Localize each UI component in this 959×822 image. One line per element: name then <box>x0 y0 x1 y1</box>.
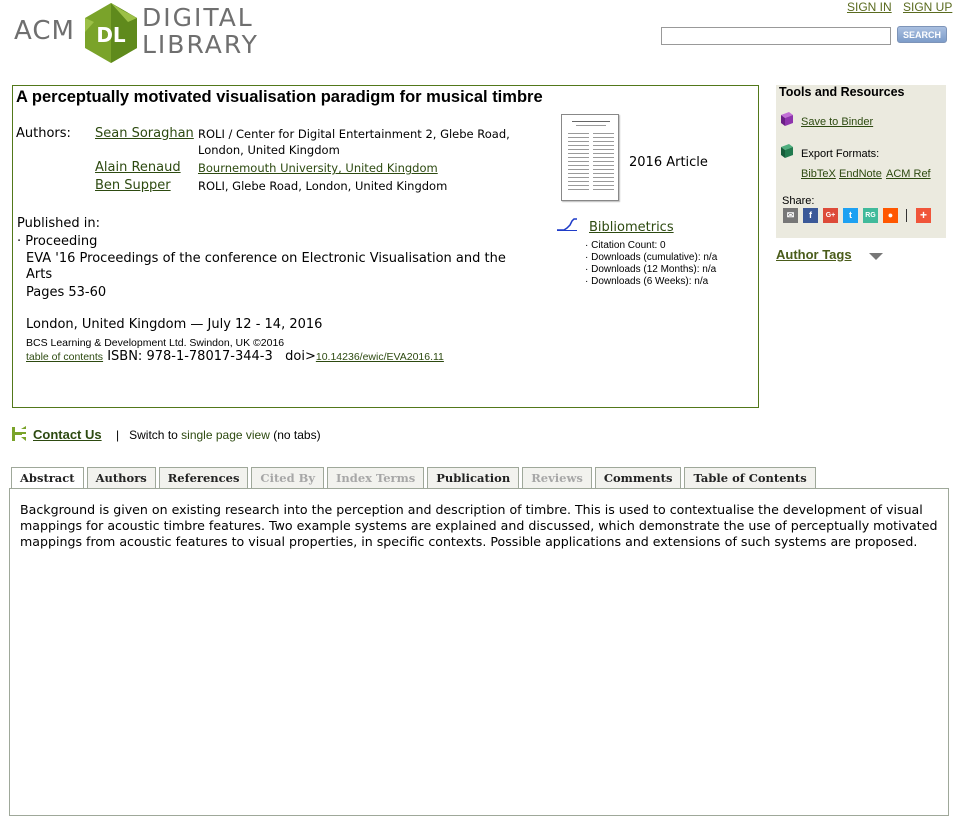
bibliometrics-chart-icon <box>556 218 578 231</box>
authors-label: Authors: <box>16 126 71 141</box>
pages: Pages 53-60 <box>26 285 107 300</box>
logo-line1: DIGITAL <box>142 3 254 32</box>
tab-references[interactable]: References <box>158 467 249 489</box>
tab-abstract[interactable]: Abstract <box>11 467 84 490</box>
export-book-icon <box>781 144 793 158</box>
author-link[interactable]: Ben Supper <box>95 178 171 193</box>
switch-view-line: | Switch to single page view (no tabs) <box>116 428 321 442</box>
save-to-binder-link[interactable]: Save to Binder <box>801 116 873 128</box>
share-divider <box>906 209 907 222</box>
author-affiliation-link[interactable]: Bournemouth University, United Kingdom <box>198 160 528 176</box>
doi-link[interactable]: 10.14236/ewic/EVA2016.11 <box>316 351 444 363</box>
contact-icon <box>12 426 26 441</box>
isbn: ISBN: 978-1-78017-344-3 <box>107 349 273 364</box>
contact-us-link[interactable]: Contact Us <box>33 427 102 442</box>
reddit-share-icon[interactable]: ● <box>883 208 898 223</box>
google-plus-share-icon[interactable]: G+ <box>823 208 838 223</box>
content-tabs: Abstract Authors References Cited By Ind… <box>11 467 816 490</box>
tab-cited-by: Cited By <box>251 467 325 489</box>
author-tags-link[interactable]: Author Tags <box>776 247 852 262</box>
tab-table-of-contents[interactable]: Table of Contents <box>684 467 816 489</box>
tab-publication[interactable]: Publication <box>427 467 520 489</box>
location-date: London, United Kingdom — July 12 - 14, 2… <box>26 317 323 332</box>
tools-title: Tools and Resources <box>779 85 905 99</box>
tab-reviews: Reviews <box>522 467 592 489</box>
export-acm-ref-link[interactable]: ACM Ref <box>886 168 931 180</box>
search-input[interactable] <box>661 27 891 45</box>
logo-wordmark: DIGITAL LIBRARY <box>142 4 259 58</box>
tab-index-terms: Index Terms <box>327 467 425 489</box>
search-button[interactable]: SEARCH <box>897 26 947 43</box>
tab-content-panel: Background is given on existing research… <box>9 488 949 816</box>
bibliometrics-link[interactable]: Bibliometrics <box>589 220 674 235</box>
switch-to-label: Switch to <box>129 428 178 442</box>
export-endnote-link[interactable]: EndNote <box>839 168 882 180</box>
paper-thumbnail[interactable] <box>561 114 619 201</box>
twitter-share-icon[interactable]: t <box>843 208 858 223</box>
published-in-label: Published in: <box>17 216 100 231</box>
more-share-icon[interactable]: + <box>916 208 931 223</box>
email-share-icon[interactable]: ✉ <box>783 208 798 223</box>
author-link[interactable]: Alain Renaud <box>95 160 181 175</box>
chevron-down-icon[interactable] <box>869 253 883 260</box>
logo-dl-text: DL <box>96 23 126 47</box>
paper-title: A perceptually motivated visualisation p… <box>16 88 543 106</box>
proceeding-label: · Proceeding <box>17 234 98 249</box>
separator: | <box>116 428 120 442</box>
facebook-share-icon[interactable]: f <box>803 208 818 223</box>
logo-hexagon-icon: DL <box>85 3 137 63</box>
downloads-6-weeks: · Downloads (6 Weeks): n/a <box>585 276 709 287</box>
researchgate-share-icon[interactable]: RG <box>863 208 878 223</box>
doi-label: doi> <box>285 349 316 364</box>
sign-in-link[interactable]: SIGN IN <box>847 0 892 14</box>
tools-resources-panel: Tools and Resources Save to Binder Expor… <box>776 85 946 238</box>
citation-box: A perceptually motivated visualisation p… <box>12 85 759 408</box>
export-formats-label: Export Formats: <box>801 148 880 160</box>
tab-authors[interactable]: Authors <box>86 467 156 489</box>
export-bibtex-link[interactable]: BibTeX <box>801 168 836 180</box>
binder-book-icon <box>781 112 793 126</box>
no-tabs-label: (no tabs) <box>273 428 321 442</box>
acm-dl-logo[interactable]: ACM DL DIGITAL LIBRARY <box>14 2 284 64</box>
toc-isbn-doi-line: table of contents ISBN: 978-1-78017-344-… <box>26 349 536 365</box>
single-page-view-link[interactable]: single page view <box>181 428 270 442</box>
logo-line2: LIBRARY <box>142 30 259 59</box>
table-of-contents-link[interactable]: table of contents <box>26 351 103 363</box>
proceedings-title: EVA '16 Proceedings of the conference on… <box>26 251 506 282</box>
abstract-text: Background is given on existing research… <box>20 502 938 549</box>
share-label: Share: <box>782 195 815 207</box>
sign-up-link[interactable]: SIGN UP <box>903 0 952 14</box>
year-type: 2016 Article <box>629 155 708 170</box>
tab-comments[interactable]: Comments <box>594 467 682 489</box>
downloads-cumulative: · Downloads (cumulative): n/a <box>585 252 718 263</box>
citation-count: · Citation Count: 0 <box>585 240 666 251</box>
author-link[interactable]: Sean Soraghan <box>95 126 194 141</box>
author-affiliation: ROLI / Center for Digital Entertainment … <box>198 127 510 157</box>
logo-acm-text: ACM <box>14 16 75 46</box>
downloads-12-months: · Downloads (12 Months): n/a <box>585 264 717 275</box>
author-affiliation: ROLI, Glebe Road, London, United Kingdom <box>198 179 448 193</box>
